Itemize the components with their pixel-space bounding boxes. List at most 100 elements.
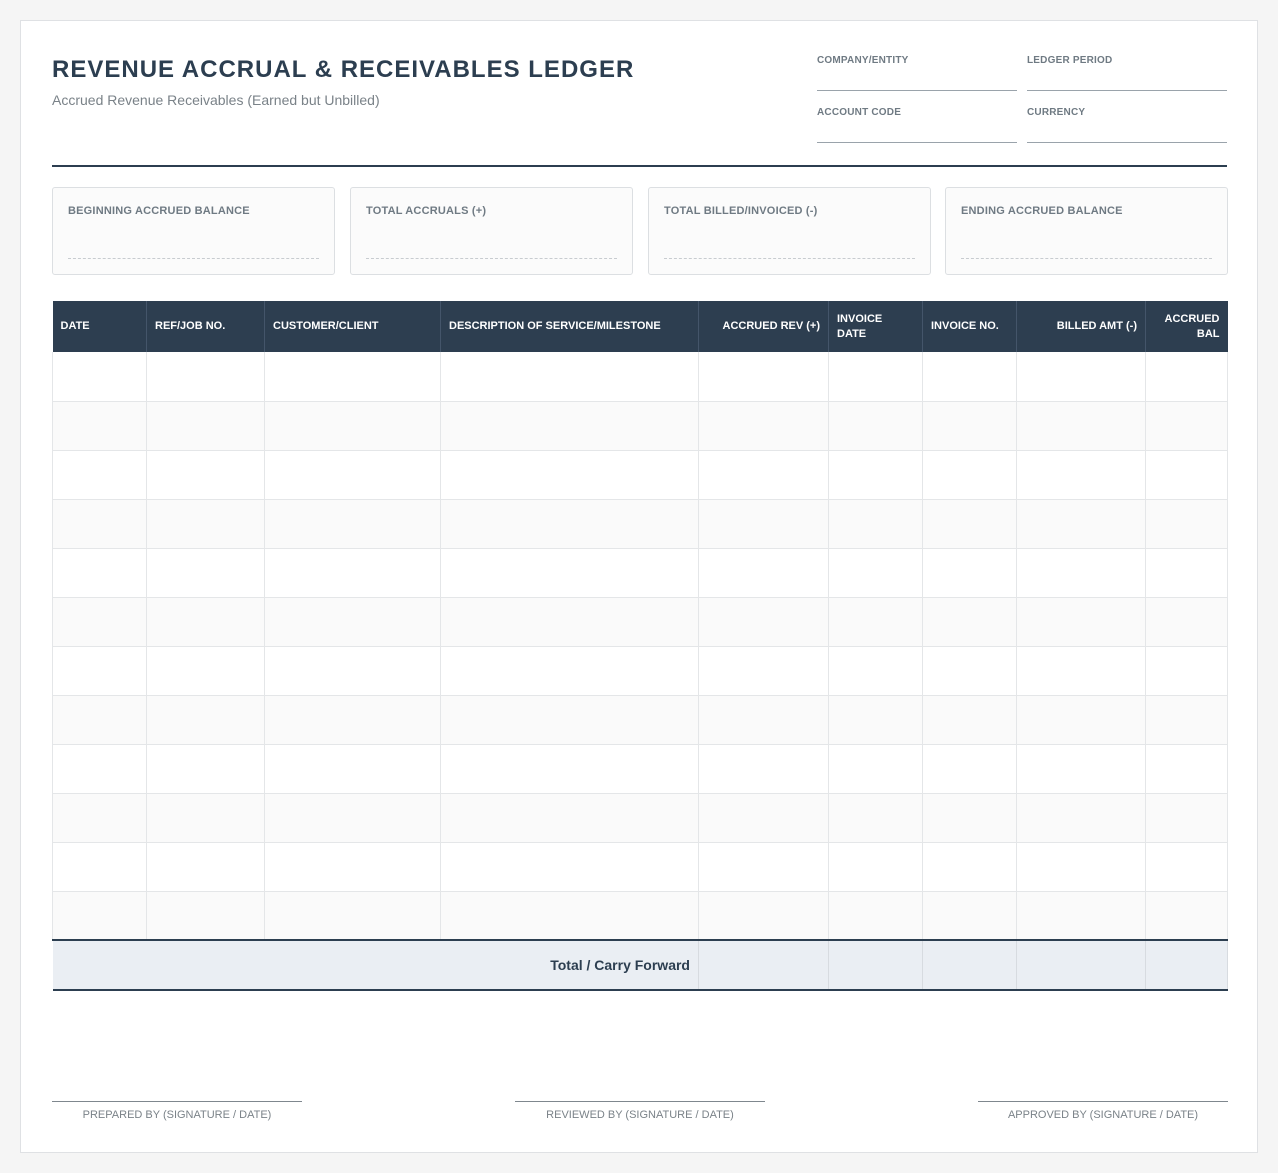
- cell-billed-amt[interactable]: [1016, 793, 1146, 843]
- cell-date[interactable]: [52, 548, 147, 598]
- cell-description[interactable]: [440, 548, 699, 598]
- cell-ref-job-no[interactable]: [146, 548, 265, 598]
- cell-date[interactable]: [52, 499, 147, 549]
- cell-invoice-date[interactable]: [828, 793, 923, 843]
- cell-invoice-no[interactable]: [922, 891, 1017, 941]
- reviewed-by-signature-line[interactable]: REVIEWED BY (SIGNATURE / DATE): [515, 1101, 765, 1121]
- cell-invoice-date[interactable]: [828, 744, 923, 794]
- cell-date[interactable]: [52, 352, 147, 402]
- cell-accrued-rev[interactable]: [698, 597, 829, 647]
- cell-invoice-date[interactable]: [828, 499, 923, 549]
- cell-billed-amt[interactable]: [1016, 891, 1146, 941]
- cell-description[interactable]: [440, 597, 699, 647]
- cell-billed-amt[interactable]: [1016, 646, 1146, 696]
- cell-customer-client[interactable]: [264, 548, 441, 598]
- cell-customer-client[interactable]: [264, 695, 441, 745]
- cell-accrued-rev[interactable]: [698, 450, 829, 500]
- cell-accrued-rev[interactable]: [698, 499, 829, 549]
- cell-billed-amt[interactable]: [1016, 352, 1146, 402]
- cell-customer-client[interactable]: [264, 842, 441, 892]
- cell-accrued-rev[interactable]: [698, 352, 829, 402]
- cell-customer-client[interactable]: [264, 597, 441, 647]
- cell-invoice-no[interactable]: [922, 744, 1017, 794]
- summary-card-total-accruals[interactable]: TOTAL ACCRUALS (+): [350, 187, 633, 275]
- cell-accrued-bal[interactable]: [1145, 891, 1228, 941]
- cell-ref-job-no[interactable]: [146, 744, 265, 794]
- cell-accrued-rev[interactable]: [698, 401, 829, 451]
- company-entity-field[interactable]: COMPANY/ENTITY: [817, 55, 1017, 91]
- cell-description[interactable]: [440, 646, 699, 696]
- cell-accrued-rev[interactable]: [698, 548, 829, 598]
- cell-billed-amt[interactable]: [1016, 842, 1146, 892]
- cell-accrued-bal[interactable]: [1145, 352, 1228, 402]
- cell-description[interactable]: [440, 352, 699, 402]
- cell-date[interactable]: [52, 891, 147, 941]
- cell-customer-client[interactable]: [264, 793, 441, 843]
- cell-invoice-no[interactable]: [922, 499, 1017, 549]
- ledger-period-field[interactable]: LEDGER PERIOD: [1027, 55, 1227, 91]
- total-accrued-rev-cell[interactable]: [698, 939, 829, 991]
- cell-invoice-no[interactable]: [922, 401, 1017, 451]
- account-code-field[interactable]: ACCOUNT CODE: [817, 107, 1017, 143]
- cell-accrued-rev[interactable]: [698, 695, 829, 745]
- cell-billed-amt[interactable]: [1016, 597, 1146, 647]
- cell-description[interactable]: [440, 401, 699, 451]
- cell-accrued-bal[interactable]: [1145, 695, 1228, 745]
- total-billed-amt-cell[interactable]: [1016, 939, 1146, 991]
- cell-date[interactable]: [52, 597, 147, 647]
- cell-description[interactable]: [440, 744, 699, 794]
- total-accrued-bal-cell[interactable]: [1145, 939, 1228, 991]
- cell-invoice-date[interactable]: [828, 548, 923, 598]
- cell-ref-job-no[interactable]: [146, 842, 265, 892]
- cell-description[interactable]: [440, 499, 699, 549]
- cell-billed-amt[interactable]: [1016, 401, 1146, 451]
- cell-customer-client[interactable]: [264, 401, 441, 451]
- cell-date[interactable]: [52, 401, 147, 451]
- cell-date[interactable]: [52, 646, 147, 696]
- cell-invoice-no[interactable]: [922, 352, 1017, 402]
- cell-invoice-date[interactable]: [828, 597, 923, 647]
- summary-card-ending-balance[interactable]: ENDING ACCRUED BALANCE: [945, 187, 1228, 275]
- cell-accrued-bal[interactable]: [1145, 842, 1228, 892]
- cell-invoice-date[interactable]: [828, 352, 923, 402]
- cell-customer-client[interactable]: [264, 744, 441, 794]
- summary-card-total-billed[interactable]: TOTAL BILLED/INVOICED (-): [648, 187, 931, 275]
- cell-ref-job-no[interactable]: [146, 646, 265, 696]
- cell-billed-amt[interactable]: [1016, 548, 1146, 598]
- cell-billed-amt[interactable]: [1016, 450, 1146, 500]
- cell-ref-job-no[interactable]: [146, 450, 265, 500]
- cell-date[interactable]: [52, 793, 147, 843]
- cell-description[interactable]: [440, 450, 699, 500]
- cell-billed-amt[interactable]: [1016, 695, 1146, 745]
- cell-accrued-bal[interactable]: [1145, 450, 1228, 500]
- cell-customer-client[interactable]: [264, 450, 441, 500]
- cell-billed-amt[interactable]: [1016, 499, 1146, 549]
- cell-invoice-date[interactable]: [828, 695, 923, 745]
- cell-accrued-bal[interactable]: [1145, 646, 1228, 696]
- cell-description[interactable]: [440, 891, 699, 941]
- cell-customer-client[interactable]: [264, 352, 441, 402]
- cell-description[interactable]: [440, 793, 699, 843]
- cell-accrued-rev[interactable]: [698, 646, 829, 696]
- cell-description[interactable]: [440, 842, 699, 892]
- cell-ref-job-no[interactable]: [146, 891, 265, 941]
- cell-accrued-rev[interactable]: [698, 744, 829, 794]
- cell-date[interactable]: [52, 695, 147, 745]
- cell-invoice-no[interactable]: [922, 597, 1017, 647]
- cell-invoice-no[interactable]: [922, 793, 1017, 843]
- cell-accrued-bal[interactable]: [1145, 744, 1228, 794]
- cell-ref-job-no[interactable]: [146, 793, 265, 843]
- cell-invoice-no[interactable]: [922, 842, 1017, 892]
- cell-customer-client[interactable]: [264, 891, 441, 941]
- cell-invoice-date[interactable]: [828, 891, 923, 941]
- cell-billed-amt[interactable]: [1016, 744, 1146, 794]
- summary-card-beginning-balance[interactable]: BEGINNING ACCRUED BALANCE: [52, 187, 335, 275]
- approved-by-signature-line[interactable]: APPROVED BY (SIGNATURE / DATE): [978, 1101, 1228, 1121]
- cell-accrued-rev[interactable]: [698, 891, 829, 941]
- prepared-by-signature-line[interactable]: PREPARED BY (SIGNATURE / DATE): [52, 1101, 302, 1121]
- cell-accrued-bal[interactable]: [1145, 401, 1228, 451]
- cell-date[interactable]: [52, 842, 147, 892]
- cell-invoice-no[interactable]: [922, 646, 1017, 696]
- cell-ref-job-no[interactable]: [146, 401, 265, 451]
- cell-date[interactable]: [52, 744, 147, 794]
